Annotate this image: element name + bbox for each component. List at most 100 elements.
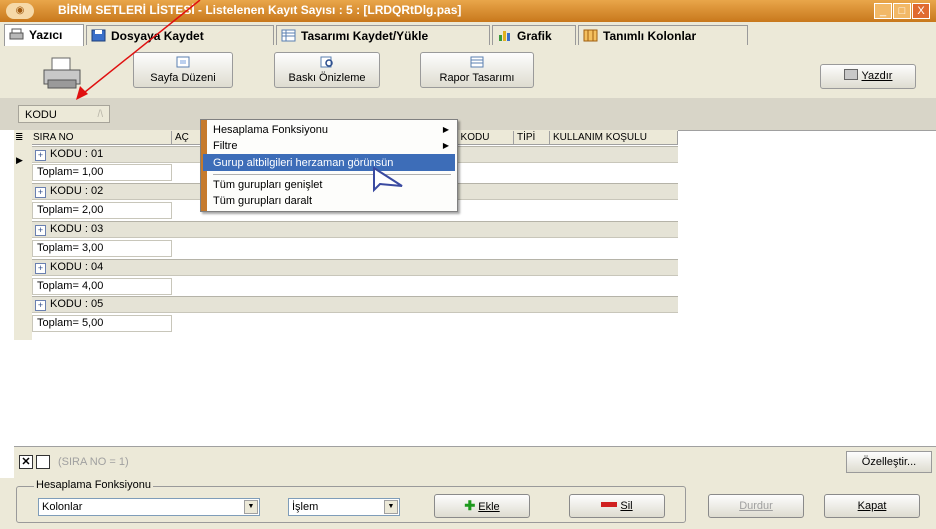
column-chooser-icon[interactable]: ≣ — [15, 132, 23, 143]
report-design-button[interactable]: Rapor Tasarımı — [420, 52, 534, 88]
expand-icon[interactable]: + — [35, 150, 46, 161]
close-window-button[interactable]: X — [912, 3, 930, 19]
header-tipi[interactable]: TİPİ — [514, 131, 550, 144]
group-footer: Toplam= 4,00 — [32, 278, 172, 295]
group-row-label[interactable]: + KODU : 04 — [35, 259, 103, 275]
submenu-arrow-icon: ▶ — [442, 141, 449, 150]
columns-combo[interactable]: Kolonlar ▼ — [38, 498, 260, 516]
mouse-cursor-icon — [373, 166, 403, 193]
tab-grafik[interactable]: Grafik — [492, 25, 576, 45]
menu-item-expand-all[interactable]: Tüm gurupları genişlet — [213, 177, 322, 193]
customize-button[interactable]: Özelleştir... — [846, 451, 932, 473]
filter-status-bar — [14, 446, 936, 479]
chevron-down-icon[interactable]: ▼ — [244, 500, 258, 514]
header-sira-no[interactable]: SIRA NO — [30, 131, 172, 144]
menu-item-label: Hesaplama Fonksiyonu — [213, 124, 328, 136]
group-row-label[interactable]: + KODU : 05 — [35, 296, 103, 312]
clear-filter-icon[interactable]: ✕ — [19, 455, 33, 469]
group-footer: Toplam= 1,00 — [32, 164, 172, 181]
minimize-button[interactable]: _ — [874, 3, 892, 19]
expand-icon[interactable]: + — [35, 300, 46, 311]
group-text: KODU : 03 — [50, 223, 104, 235]
menu-separator — [213, 174, 451, 175]
menu-item-filter[interactable]: Filtre ▶ — [213, 138, 449, 154]
row-indicator-column — [14, 144, 32, 340]
tab-label: Dosyaya Kaydet — [111, 29, 204, 43]
delete-label: Sil — [620, 500, 633, 512]
layout-icon — [281, 29, 296, 42]
group-row-label[interactable]: + KODU : 01 — [35, 146, 103, 162]
sort-ascending-icon: /\ — [97, 109, 103, 120]
table-row[interactable] — [32, 296, 678, 313]
current-row-indicator-icon: ▶ — [16, 155, 23, 165]
filter-expression[interactable]: (SIRA NO = 1) — [58, 455, 129, 469]
window-title: BİRİM SETLERİ LİSTESİ - Listelenen Kayıt… — [58, 3, 462, 17]
print-icon — [843, 69, 858, 80]
close-label: Kapat — [857, 500, 887, 512]
save-disk-icon — [91, 29, 106, 42]
plus-icon: ✚ — [464, 498, 476, 513]
print-preview-icon — [320, 56, 333, 68]
tab-yazici[interactable]: Yazıcı — [4, 24, 84, 46]
report-design-icon — [470, 56, 484, 68]
maximize-button[interactable]: □ — [893, 3, 911, 19]
menu-item-label: Filtre — [213, 140, 238, 152]
app-icon[interactable]: ◉ — [6, 3, 34, 19]
print-preview-label: Baskı Önizleme — [288, 72, 366, 84]
group-footer: Toplam= 5,00 — [32, 315, 172, 332]
group-row-label[interactable]: + KODU : 03 — [35, 221, 103, 237]
operation-combo[interactable]: İşlem ▼ — [288, 498, 400, 516]
stop-button[interactable]: Durdur — [708, 494, 804, 518]
header-kullanim-kosulu[interactable]: KULLANIM KOŞULU — [550, 131, 678, 144]
header-kodu[interactable]: İ KODU — [452, 131, 514, 144]
tab-dosyaya-kaydet[interactable]: Dosyaya Kaydet — [86, 25, 274, 45]
menu-item-collapse-all[interactable]: Tüm gurupları daralt — [213, 193, 312, 209]
table-row[interactable] — [32, 221, 678, 238]
print-button[interactable]: Yazdır — [820, 64, 916, 89]
page-setup-icon — [176, 56, 190, 68]
tab-label: Tanımlı Kolonlar — [603, 29, 697, 43]
group-chip-label: KODU — [25, 109, 57, 121]
print-preview-button[interactable]: Baskı Önizleme — [274, 52, 380, 88]
group-text: KODU : 05 — [50, 298, 104, 310]
group-text: KODU : 04 — [50, 261, 104, 273]
tab-tasarimi-kaydet[interactable]: Tasarımı Kaydet/Yükle — [276, 25, 490, 45]
tab-label: Grafik — [517, 29, 552, 43]
expand-icon[interactable]: + — [35, 225, 46, 236]
expand-icon[interactable]: + — [35, 187, 46, 198]
tab-tanimli-kolonlar[interactable]: Tanımlı Kolonlar — [578, 25, 748, 45]
print-label: Yazdır — [861, 70, 893, 82]
printer-icon — [9, 28, 24, 40]
close-button[interactable]: Kapat — [824, 494, 920, 518]
chevron-down-icon[interactable]: ▼ — [384, 500, 398, 514]
group-row-label[interactable]: + KODU : 02 — [35, 183, 103, 199]
group-footer: Toplam= 3,00 — [32, 240, 172, 257]
tab-label: Yazıcı — [29, 28, 63, 42]
columns-icon — [583, 29, 598, 42]
menu-item-calculation-function[interactable]: Hesaplama Fonksiyonu ▶ — [213, 122, 449, 138]
table-row[interactable] — [32, 259, 678, 276]
stop-label: Durdur — [739, 500, 773, 512]
page-setup-button[interactable]: Sayfa Düzeni — [133, 52, 233, 88]
group-text: KODU : 01 — [50, 148, 104, 160]
columns-combo-value: Kolonlar — [42, 501, 83, 513]
tab-label: Tasarımı Kaydet/Yükle — [301, 29, 429, 43]
filter-active-checkbox[interactable] — [36, 455, 50, 469]
submenu-arrow-icon: ▶ — [442, 125, 449, 134]
group-footer: Toplam= 2,00 — [32, 202, 172, 219]
add-label: Ekle — [478, 501, 500, 513]
large-printer-icon[interactable] — [40, 56, 84, 92]
add-button[interactable]: ✚ Ekle — [434, 494, 530, 518]
group-by-panel — [0, 98, 936, 130]
menu-item-show-group-footers[interactable]: Gurup altbilgileri herzaman görünsün — [213, 155, 393, 171]
calculation-group-title: Hesaplama Fonksiyonu — [34, 479, 153, 492]
bar-chart-icon — [499, 31, 510, 41]
minus-icon — [601, 502, 618, 507]
group-chip-kodu[interactable]: KODU /\ — [18, 105, 110, 123]
expand-icon[interactable]: + — [35, 263, 46, 274]
delete-button[interactable]: Sil — [569, 494, 665, 518]
report-design-label: Rapor Tasarımı — [439, 72, 515, 84]
operation-combo-value: İşlem — [292, 501, 319, 513]
group-text: KODU : 02 — [50, 185, 104, 197]
page-setup-label: Sayfa Düzeni — [150, 72, 216, 84]
